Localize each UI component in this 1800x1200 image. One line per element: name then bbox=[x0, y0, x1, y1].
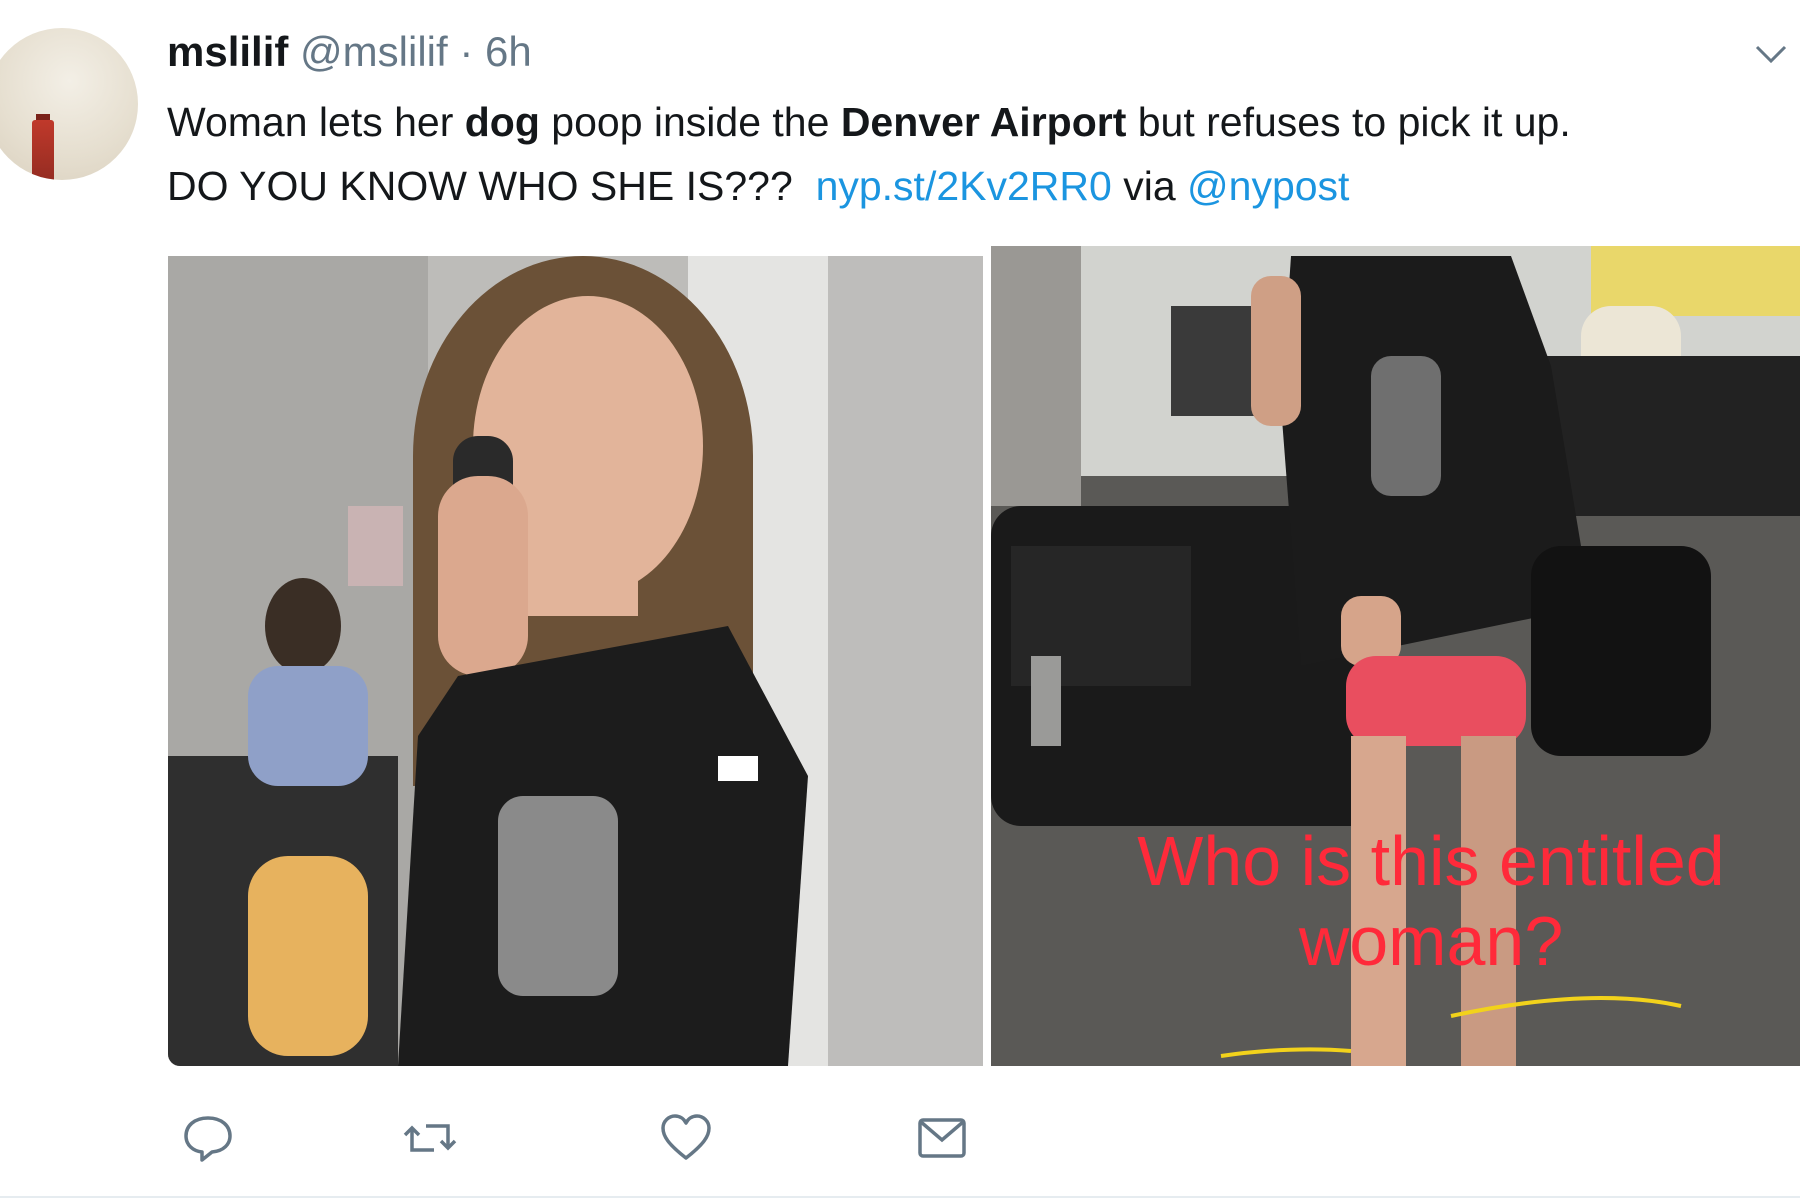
author-avatar[interactable] bbox=[0, 28, 138, 180]
mail-icon bbox=[918, 1118, 966, 1158]
divider bbox=[0, 1196, 1800, 1198]
mention-link[interactable]: @nypost bbox=[1187, 163, 1349, 209]
retweet-icon bbox=[403, 1124, 457, 1152]
tweet-card[interactable]: mslilif @mslilif · 6h Woman lets her dog… bbox=[0, 0, 1800, 1200]
text-bold-denver-airport: Denver Airport bbox=[840, 99, 1127, 145]
tweet-text-line1: Woman lets her dog poop inside the Denve… bbox=[167, 90, 1787, 154]
direct-message-button[interactable] bbox=[912, 1108, 972, 1168]
caption-line1: Who is this entitled bbox=[1137, 822, 1725, 900]
photo-caption: Who is this entitled woman? bbox=[1101, 821, 1761, 981]
tweet-header: mslilif @mslilif · 6h bbox=[167, 26, 532, 78]
photo-left[interactable] bbox=[168, 256, 983, 1066]
retweet-button[interactable] bbox=[400, 1108, 460, 1168]
tweet-media[interactable]: Who is this entitled woman? bbox=[168, 246, 1800, 1066]
reply-button[interactable] bbox=[178, 1108, 238, 1168]
tweet-timestamp[interactable]: 6h bbox=[485, 28, 532, 75]
caption-line2: woman? bbox=[1298, 902, 1564, 980]
author-name[interactable]: mslilif bbox=[167, 28, 288, 75]
article-link[interactable]: nyp.st/2Kv2RR0 bbox=[816, 163, 1112, 209]
text-segment: DO YOU KNOW WHO SHE IS??? bbox=[167, 163, 793, 209]
tweet-actions bbox=[168, 1108, 1068, 1168]
text-segment: but refuses to pick it up. bbox=[1126, 99, 1571, 145]
like-button[interactable] bbox=[656, 1108, 716, 1168]
heart-icon bbox=[661, 1114, 711, 1160]
photo-right[interactable]: Who is this entitled woman? bbox=[991, 246, 1800, 1066]
text-segment: Woman lets her bbox=[167, 99, 465, 145]
tweet-text-line2: DO YOU KNOW WHO SHE IS??? nyp.st/2Kv2RR0… bbox=[167, 154, 1787, 218]
header-separator: · bbox=[459, 28, 474, 75]
tweet-text: Woman lets her dog poop inside the Denve… bbox=[167, 90, 1787, 218]
avatar-tower bbox=[32, 120, 54, 180]
text-segment: poop inside the bbox=[539, 99, 841, 145]
chevron-down-icon[interactable] bbox=[1754, 42, 1788, 66]
author-handle[interactable]: @mslilif bbox=[300, 28, 448, 75]
text-segment: via bbox=[1111, 163, 1188, 209]
reply-icon bbox=[184, 1116, 232, 1162]
text-bold-dog: dog bbox=[464, 99, 540, 145]
